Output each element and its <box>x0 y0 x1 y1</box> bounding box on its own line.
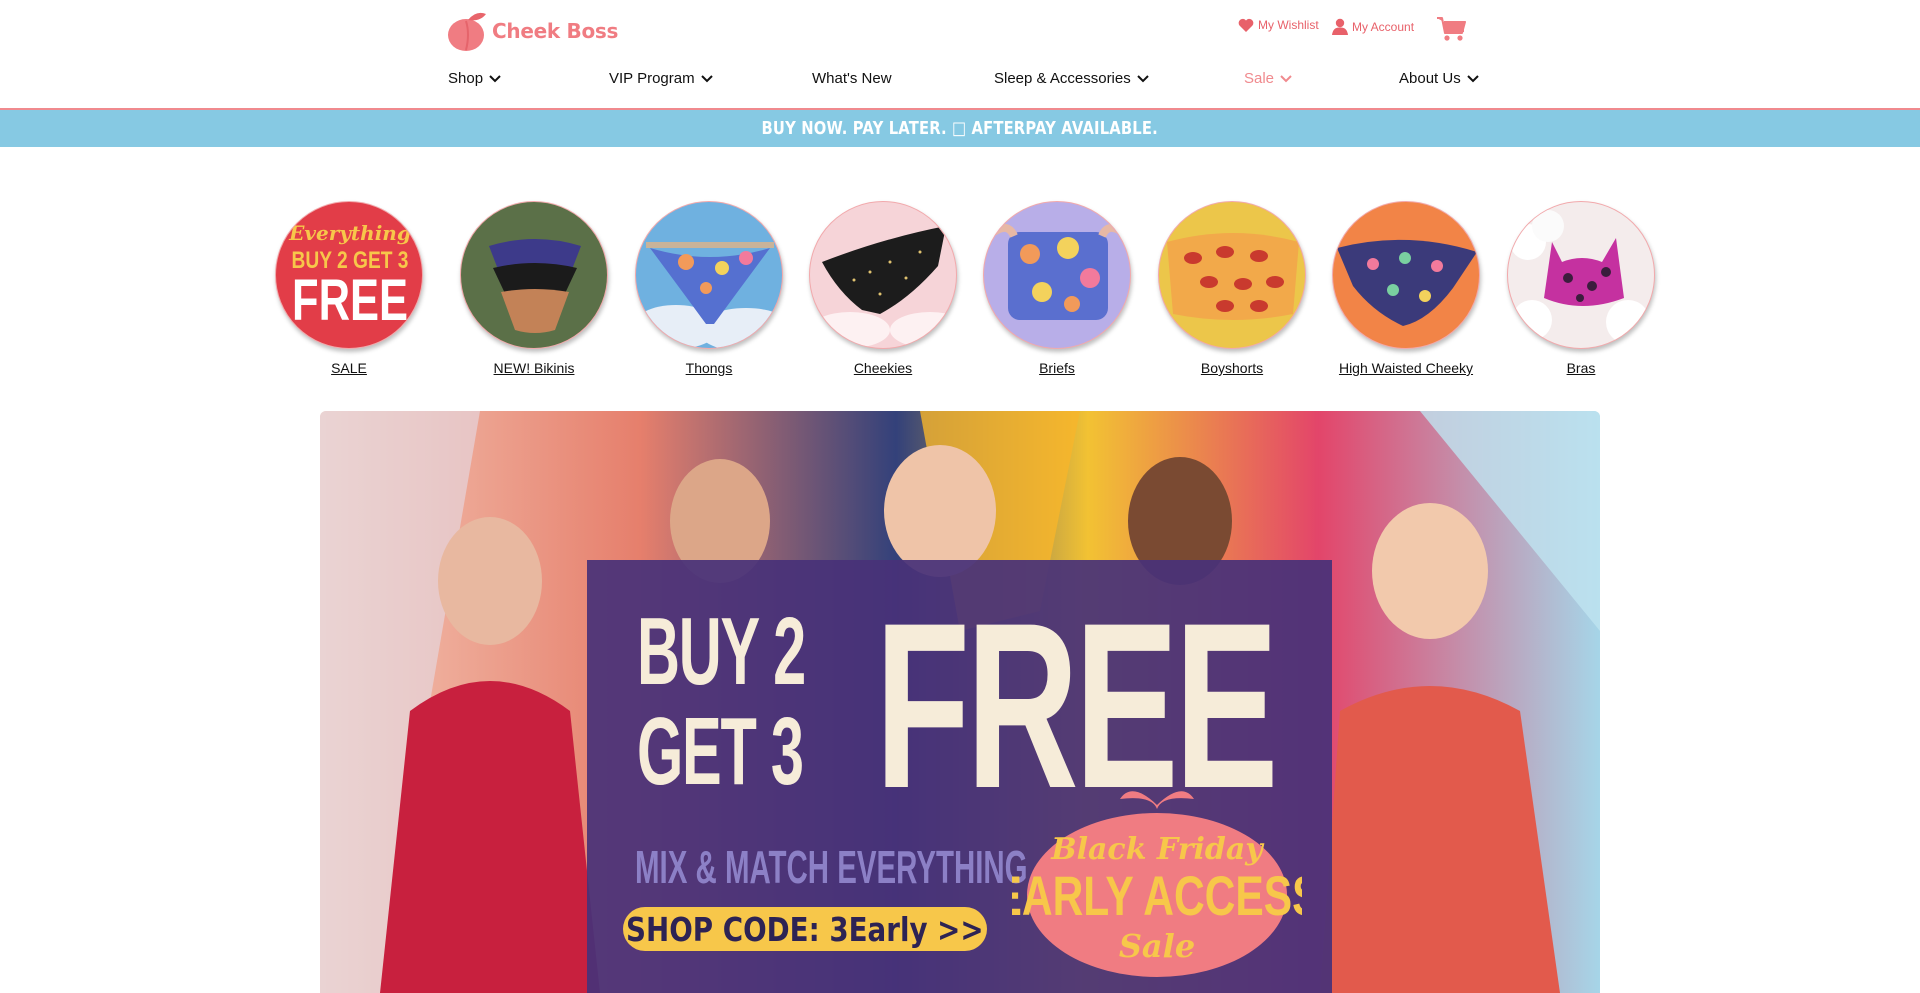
nav-whats-new-label: What's New <box>812 70 892 87</box>
chevron-down-icon <box>1280 74 1292 82</box>
category-bikinis-label: NEW! Bikinis <box>493 360 575 376</box>
chevron-down-icon <box>700 74 713 82</box>
category-bras-label: Bras <box>1566 360 1596 376</box>
category-briefs-image <box>983 201 1131 349</box>
heart-icon <box>1238 18 1254 32</box>
hero-line-buy2: BUY 2 <box>637 598 806 705</box>
cart-button[interactable] <box>1436 16 1466 47</box>
brand-name: Cheek Boss <box>492 19 619 43</box>
badge-sale-text: Sale <box>1119 927 1195 965</box>
nav-vip-program[interactable]: VIP Program <box>609 70 713 87</box>
site-header: Cheek Boss My Wishlist My Account Shop V… <box>0 0 1920 110</box>
sale-circle-free: FREE <box>292 268 408 332</box>
category-boyshorts-label: Boyshorts <box>1200 360 1264 376</box>
category-sale-image: Everything BUY 2 GET 3 FREE <box>275 201 423 349</box>
nav-whats-new[interactable]: What's New <box>812 70 892 87</box>
sale-circle-everything: Everything <box>288 221 411 245</box>
hero-free-text: FREE <box>875 574 1279 838</box>
hero-line-get3: GET 3 <box>637 698 804 805</box>
category-bikinis-image <box>460 201 608 349</box>
wishlist-label: My Wishlist <box>1258 18 1319 32</box>
category-cheekies[interactable]: Cheekies <box>808 201 958 376</box>
account-link[interactable]: My Account <box>1332 18 1414 35</box>
nav-about-label: About Us <box>1399 70 1461 87</box>
nav-sale[interactable]: Sale <box>1244 70 1292 87</box>
nav-shop-label: Shop <box>448 70 484 87</box>
chevron-down-icon <box>1137 74 1149 82</box>
hero-banner[interactable]: BUY 2 GET 3 FREE MIX & MATCH EVERYTHING … <box>320 411 1600 993</box>
hero-buy-get-text: BUY 2 GET 3 <box>637 598 806 805</box>
hero-mix-match-text: MIX & MATCH EVERYTHING <box>635 841 1028 893</box>
nav-about-us[interactable]: About Us <box>1399 70 1479 87</box>
category-thongs-image <box>635 201 783 349</box>
category-high-waisted-label: High Waisted Cheeky <box>1338 360 1474 376</box>
category-sale-label: SALE <box>331 360 367 376</box>
category-high-waisted-cheeky[interactable]: High Waisted Cheeky <box>1331 201 1481 376</box>
wishlist-link[interactable]: My Wishlist <box>1238 18 1319 32</box>
account-label: My Account <box>1352 19 1415 34</box>
cart-icon <box>1437 17 1466 41</box>
nav-vip-label: VIP Program <box>609 70 695 87</box>
nav-sleep-label: Sleep & Accessories <box>994 70 1131 87</box>
shop-code-button[interactable]: SHOP CODE: 3Early >> <box>623 907 987 951</box>
category-cheekies-label: Cheekies <box>853 360 913 376</box>
badge-early-access-text: EARLY ACCESS <box>1012 864 1302 927</box>
category-cheekies-image <box>809 201 957 349</box>
category-bras[interactable]: Bras <box>1506 201 1656 376</box>
category-boyshorts[interactable]: Boyshorts <box>1157 201 1307 376</box>
peach-logo-icon <box>446 10 490 52</box>
nav-shop[interactable]: Shop <box>448 70 501 87</box>
category-thongs-label: Thongs <box>685 360 733 376</box>
brand-logo[interactable]: Cheek Boss <box>446 10 618 52</box>
user-icon <box>1332 18 1348 35</box>
main-nav: Shop VIP Program What's New Sleep & Acce… <box>0 70 1920 94</box>
category-thongs[interactable]: Thongs <box>634 201 784 376</box>
afterpay-promo-bar[interactable]: BUY NOW. PAY LATER. □ AFTERPAY AVAILABLE… <box>0 110 1920 147</box>
black-friday-badge: Black Friday EARLY ACCESS Sale <box>1012 791 1302 977</box>
nav-sleep-accessories[interactable]: Sleep & Accessories <box>994 70 1149 87</box>
category-boyshorts-image <box>1158 201 1306 349</box>
category-bikinis[interactable]: NEW! Bikinis <box>459 201 609 376</box>
shop-code-label: SHOP CODE: 3Early >> <box>626 909 984 949</box>
category-briefs[interactable]: Briefs <box>982 201 1132 376</box>
badge-black-friday-text: Black Friday <box>1050 832 1265 867</box>
category-bras-image <box>1507 201 1655 349</box>
chevron-down-icon <box>1466 74 1479 82</box>
category-briefs-label: Briefs <box>1039 360 1075 376</box>
category-high-waisted-image <box>1332 201 1480 349</box>
hero-promo-panel: BUY 2 GET 3 FREE MIX & MATCH EVERYTHING … <box>587 560 1332 993</box>
promo-text: BUY NOW. PAY LATER. □ AFTERPAY AVAILABLE… <box>761 118 1159 139</box>
chevron-down-icon <box>489 74 501 82</box>
nav-sale-label: Sale <box>1244 70 1275 87</box>
category-sale[interactable]: Everything BUY 2 GET 3 FREE SALE <box>274 201 424 376</box>
